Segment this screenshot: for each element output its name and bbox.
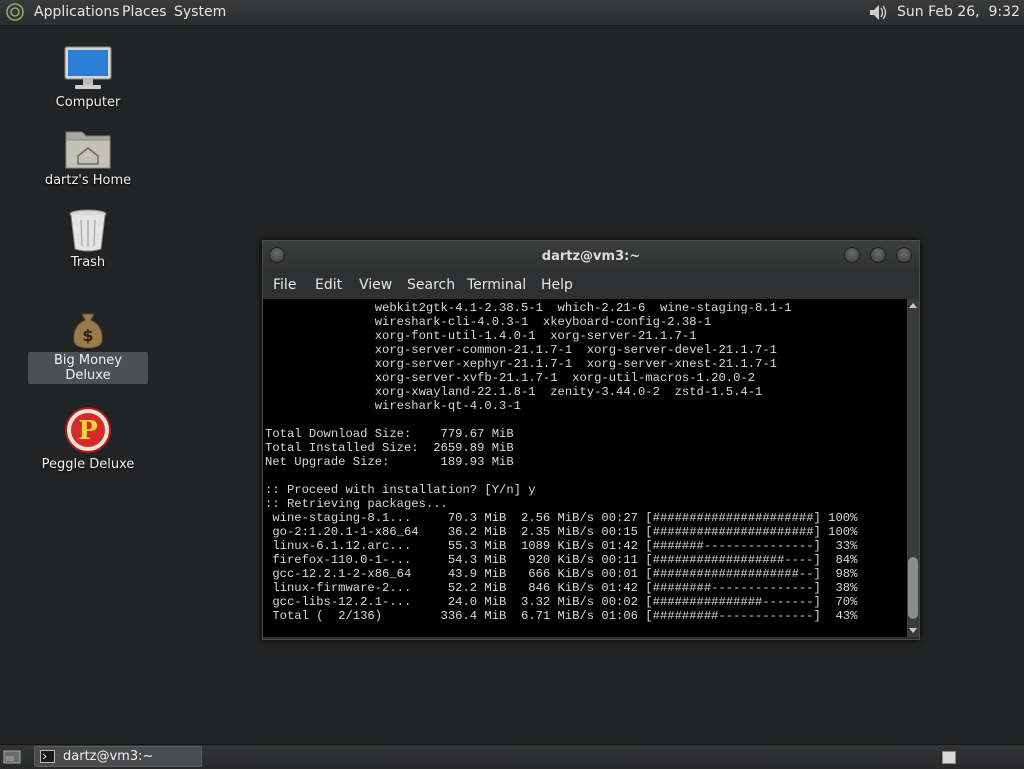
top-panel: Applications Places System Sun Feb 26, 9… [0,0,1024,26]
svg-text:$: $ [82,326,93,345]
menu-applications[interactable]: Applications [34,4,120,20]
menu-view[interactable]: View [359,277,392,293]
desktop-icon-label: Peggle Deluxe [41,457,135,472]
desktop-icon-label: Big Money Deluxe [28,352,148,384]
menu-search[interactable]: Search [407,277,455,293]
close-icon[interactable] [896,247,912,263]
menu-system[interactable]: System [174,4,226,20]
desktop-icon-computer[interactable]: Computer [28,44,148,111]
taskbar-terminal-button[interactable]: dartz@vm3:~ [34,746,202,767]
panel-clock[interactable]: Sun Feb 26, 9:32 PM [897,4,1024,20]
scrollbar-thumb[interactable] [908,557,918,619]
desktop-icon-big-money-deluxe[interactable]: $ Big Money Deluxe [28,310,148,384]
menu-help[interactable]: Help [541,277,573,293]
terminal-icon [40,750,55,763]
maximize-icon[interactable] [870,247,886,263]
window-titlebar[interactable]: dartz@vm3:~ [263,241,919,271]
terminal-menubar: File Edit View Search Terminal Help [263,271,919,299]
desktop-icon-home[interactable]: dartz's Home [28,126,148,189]
terminal-output[interactable]: webkit2gtk-4.1-2.38.5-1 which-2.21-6 win… [263,299,907,637]
taskbar-label: dartz@vm3:~ [63,749,154,764]
desktop-icon-trash[interactable]: Trash [28,208,148,271]
home-folder-icon [65,131,111,169]
show-desktop-icon[interactable] [2,747,22,767]
scroll-down-icon[interactable] [909,628,917,633]
trash-can-icon [69,209,107,252]
svg-text:P: P [78,416,98,446]
menu-terminal[interactable]: Terminal [467,277,526,293]
money-bag-icon: $ [73,313,103,349]
workspace-switcher-icon[interactable] [942,751,956,764]
desktop-icon-label: Computer [55,95,121,110]
desktop-icon-label: Trash [70,255,106,270]
window-title: dartz@vm3:~ [541,249,641,264]
terminal-window[interactable]: dartz@vm3:~ File Edit View Search Termin… [262,240,920,640]
menu-edit[interactable]: Edit [315,277,342,293]
speaker-volume-icon[interactable] [866,2,888,23]
menu-places[interactable]: Places [122,4,167,20]
terminal-text: webkit2gtk-4.1-2.38.5-1 which-2.21-6 win… [265,301,858,623]
minimize-icon[interactable] [844,247,860,263]
desktop-icon-peggle-deluxe[interactable]: P Peggle Deluxe [28,406,148,473]
desktop-icon-label: dartz's Home [44,173,132,188]
bottom-panel: dartz@vm3:~ [0,744,1024,769]
menu-file[interactable]: File [273,277,296,293]
terminal-scrollbar[interactable] [907,299,919,637]
scroll-up-icon[interactable] [909,303,917,308]
mate-logo-icon[interactable] [6,3,24,21]
peggle-app-icon: P [65,407,111,453]
computer-monitor-icon [64,46,112,89]
